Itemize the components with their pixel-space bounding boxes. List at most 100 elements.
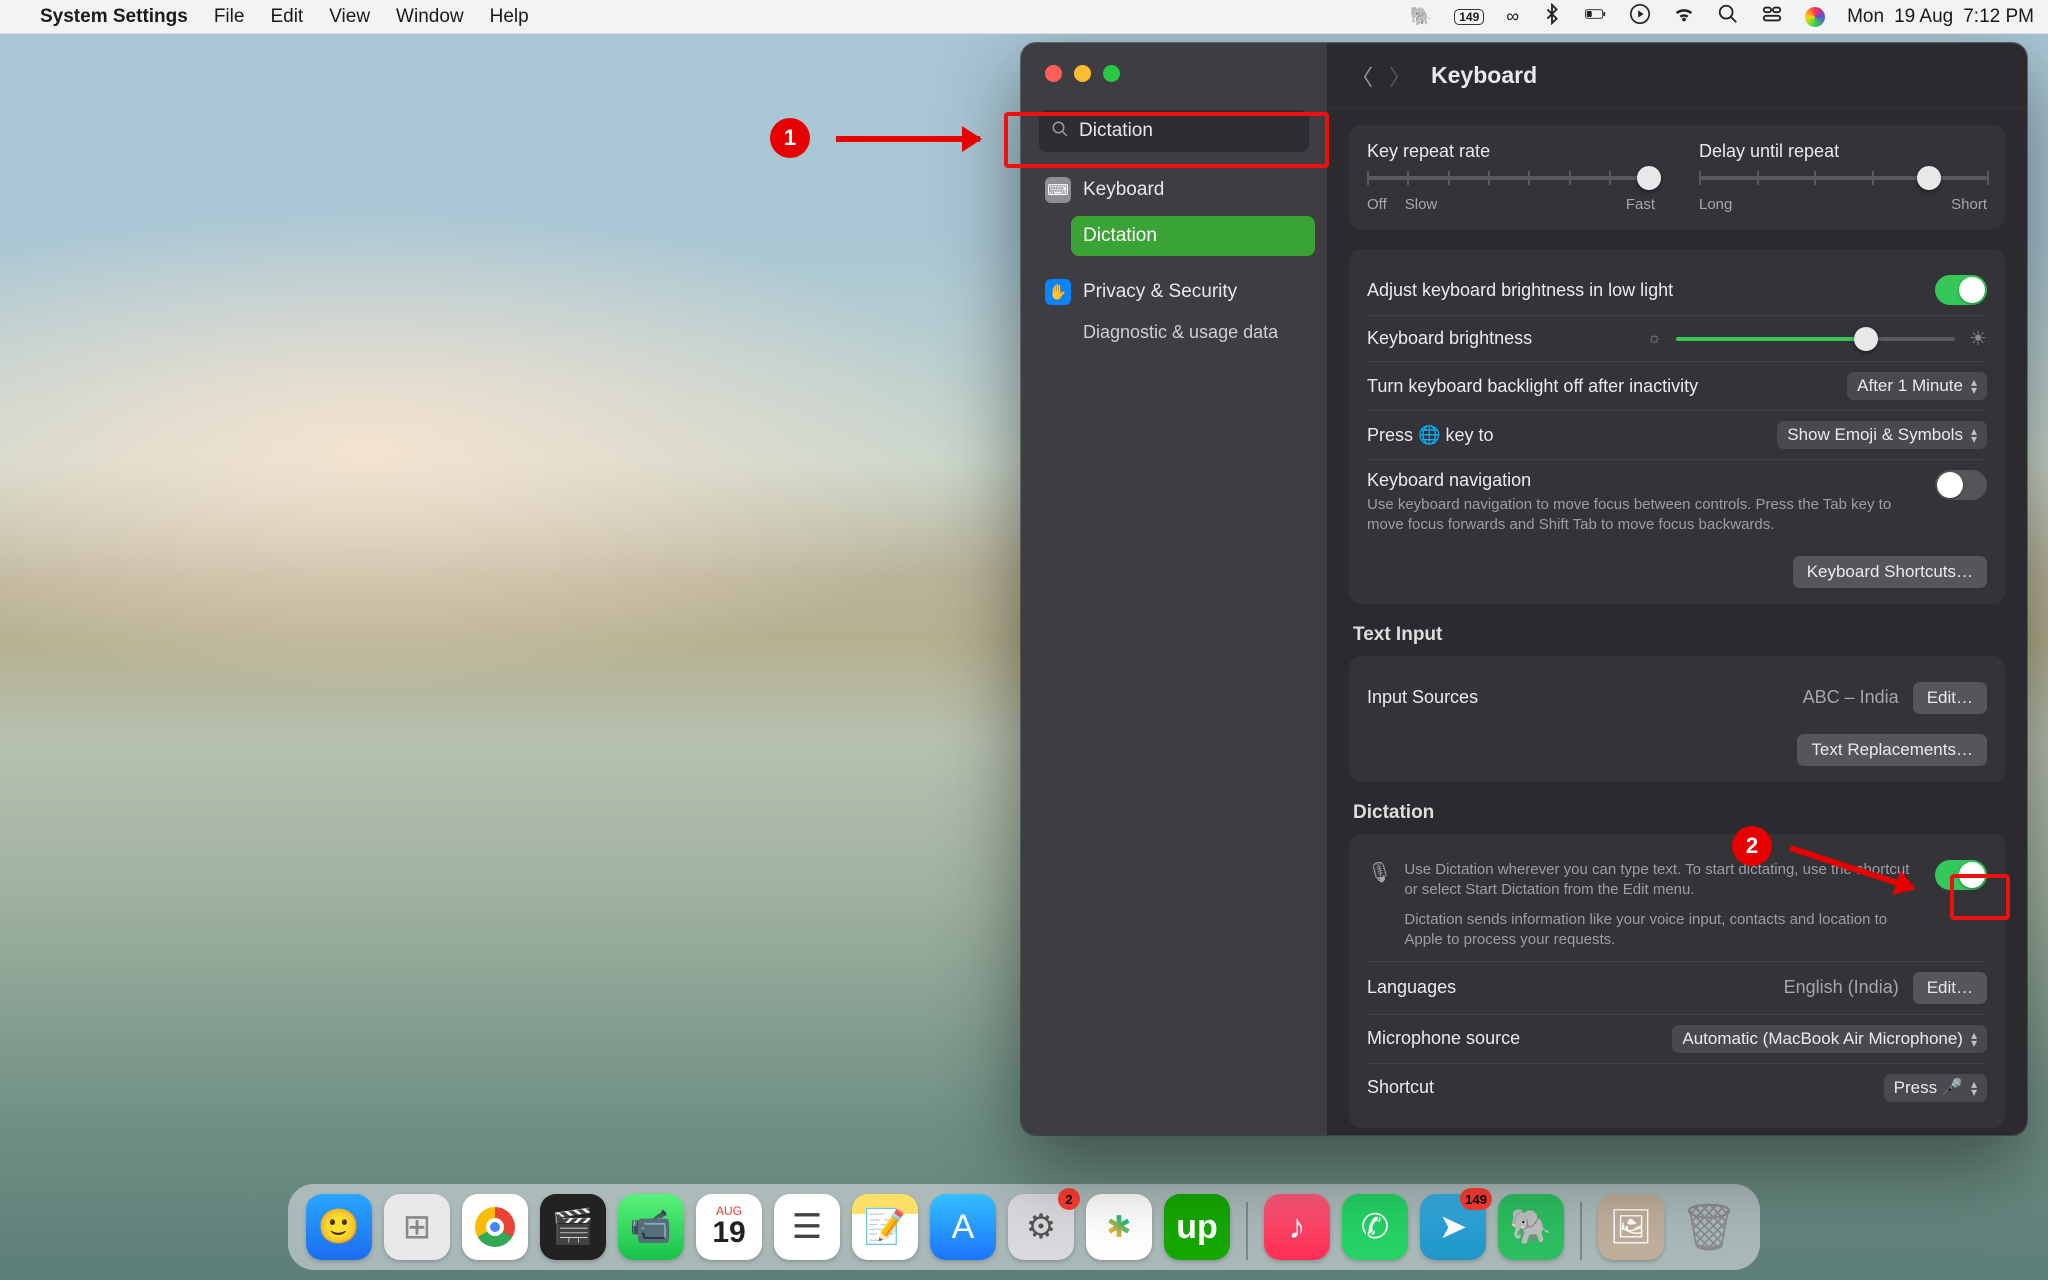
sidebar-item-keyboard[interactable]: ⌨︎ Keyboard — [1033, 168, 1315, 212]
dock-trash-icon[interactable]: 🗑 — [1676, 1194, 1742, 1260]
text-replacements-button[interactable]: Text Replacements… — [1797, 734, 1987, 766]
chevron-updown-icon: ▴▾ — [1971, 1031, 1977, 1047]
dock-facetime-icon[interactable]: 📹 — [618, 1194, 684, 1260]
menu-window[interactable]: Window — [396, 6, 464, 28]
label-backlight-off: Turn keyboard backlight off after inacti… — [1367, 376, 1698, 397]
slider-delay-repeat[interactable] — [1699, 176, 1987, 180]
dock-notes-icon[interactable]: 📝 — [852, 1194, 918, 1260]
siri-menuextra-icon[interactable] — [1805, 7, 1825, 27]
popup-globe-key[interactable]: Show Emoji & Symbols ▴▾ — [1777, 421, 1987, 449]
dock-finalcut-icon[interactable]: 🎬 — [540, 1194, 606, 1260]
dock-upwork-icon[interactable]: up — [1164, 1194, 1230, 1260]
label-languages: Languages — [1367, 977, 1456, 998]
dock-telegram-badge: 149 — [1460, 1188, 1492, 1210]
window-zoom-button[interactable] — [1103, 65, 1120, 82]
calendar-day: 19 — [712, 1216, 745, 1250]
label-kbd-brightness: Keyboard brightness — [1367, 328, 1532, 349]
nav-back-icon[interactable]: 〈 — [1351, 60, 1373, 92]
evernote-menuextra-icon[interactable]: 🐘 — [1410, 6, 1432, 27]
dock-downloads-icon[interactable]: 🖼 — [1598, 1194, 1664, 1260]
dock-launchpad-icon[interactable]: ⊞ — [384, 1194, 450, 1260]
label-shortcut: Shortcut — [1367, 1077, 1434, 1098]
sidebar-item-label: Dictation — [1083, 225, 1157, 247]
popup-backlight-off[interactable]: After 1 Minute ▴▾ — [1847, 372, 1987, 400]
dock-finder-icon[interactable]: 🙂 — [306, 1194, 372, 1260]
popup-value: Automatic (MacBook Air Microphone) — [1682, 1029, 1963, 1049]
label-input-sources: Input Sources — [1367, 687, 1478, 708]
dock-calendar-icon[interactable]: AUG 19 — [696, 1194, 762, 1260]
keyboard-icon: ⌨︎ — [1045, 177, 1071, 203]
desc-dictation-1: Use Dictation wherever you can type text… — [1404, 860, 1919, 901]
slider-kbd-brightness[interactable] — [1676, 337, 1955, 341]
slider-label-fast: Fast — [1626, 196, 1655, 213]
value-input-sources: ABC – India — [1803, 687, 1899, 708]
popup-mic-source[interactable]: Automatic (MacBook Air Microphone) ▴▾ — [1672, 1025, 1987, 1053]
toggle-dictation[interactable] — [1935, 860, 1987, 890]
wifi-menuextra-icon[interactable] — [1673, 3, 1695, 30]
spotlight-menuextra-icon[interactable] — [1717, 3, 1739, 30]
window-minimize-button[interactable] — [1074, 65, 1091, 82]
settings-sidebar: ✕ ⌨︎ Keyboard Dictation ✋ Privacy & Secu… — [1021, 43, 1327, 1135]
popup-shortcut[interactable]: Press 🎤 ▴▾ — [1884, 1074, 1987, 1102]
heading-dictation: Dictation — [1353, 802, 2001, 824]
chevron-updown-icon: ▴▾ — [1971, 378, 1977, 394]
slider-label-long: Long — [1699, 196, 1732, 213]
sidebar-item-dictation[interactable]: Dictation — [1071, 216, 1315, 256]
sidebar-subitem-diagnostic[interactable]: Diagnostic & usage data — [1083, 316, 1327, 349]
dock-reminders-icon[interactable]: ☰ — [774, 1194, 840, 1260]
nav-forward-icon[interactable]: 〉 — [1389, 60, 1411, 92]
menu-edit[interactable]: Edit — [270, 6, 303, 28]
label-mic-source: Microphone source — [1367, 1028, 1520, 1049]
dock-appstore-icon[interactable]: A — [930, 1194, 996, 1260]
nowplaying-menuextra-icon[interactable] — [1629, 3, 1651, 30]
dock-music-icon[interactable]: ♪ — [1264, 1194, 1330, 1260]
search-input[interactable] — [1079, 120, 1324, 142]
system-settings-window: ✕ ⌨︎ Keyboard Dictation ✋ Privacy & Secu… — [1020, 42, 2028, 1136]
traffic-lights — [1021, 43, 1327, 82]
battery-menuextra-icon[interactable] — [1585, 3, 1607, 30]
desc-dictation-2: Dictation sends information like your vo… — [1404, 910, 1919, 951]
menu-help[interactable]: Help — [490, 6, 529, 28]
menu-file[interactable]: File — [214, 6, 245, 28]
heading-text-input: Text Input — [1353, 624, 2001, 646]
menuextra-badge-icon[interactable]: 149 — [1454, 9, 1484, 25]
menubar: System Settings File Edit View Window He… — [0, 0, 2048, 34]
settings-scroll-area[interactable]: Key repeat rate O — [1327, 109, 2027, 1135]
settings-content: 〈 〉 Keyboard Key repeat rate — [1327, 43, 2027, 1135]
dock-evernote-icon[interactable]: 🐘 — [1498, 1194, 1564, 1260]
menubar-app-name[interactable]: System Settings — [40, 6, 188, 28]
microphone-icon: 🎙 — [1367, 860, 1392, 951]
slider-key-repeat[interactable] — [1367, 176, 1655, 180]
label-delay-repeat: Delay until repeat — [1699, 141, 1987, 162]
window-close-button[interactable] — [1045, 65, 1062, 82]
brightness-low-icon: ☼ — [1647, 330, 1662, 348]
sidebar-item-label: Keyboard — [1083, 179, 1164, 201]
toggle-adjust-brightness[interactable] — [1935, 275, 1987, 305]
dock-slack-icon[interactable]: ✱ — [1086, 1194, 1152, 1260]
control-center-menuextra-icon[interactable] — [1761, 3, 1783, 30]
sidebar-search[interactable]: ✕ — [1039, 110, 1309, 152]
dock-settings-badge: 2 — [1058, 1188, 1080, 1210]
bluetooth-menuextra-icon[interactable] — [1541, 3, 1563, 30]
edit-input-sources-button[interactable]: Edit… — [1913, 682, 1987, 714]
clock-time: 7:12 PM — [1963, 6, 2034, 28]
card-text-input: Input Sources ABC – India Edit… Text Rep… — [1349, 656, 2005, 782]
creative-cloud-menuextra-icon[interactable]: ∞ — [1506, 6, 1519, 27]
toggle-kbd-nav[interactable] — [1935, 470, 1987, 500]
clock-date: 19 Aug — [1894, 6, 1953, 28]
label-adjust-brightness: Adjust keyboard brightness in low light — [1367, 280, 1673, 301]
dock-whatsapp-icon[interactable]: ✆ — [1342, 1194, 1408, 1260]
popup-value: Press 🎤 — [1894, 1078, 1963, 1098]
keyboard-shortcuts-button[interactable]: Keyboard Shortcuts… — [1793, 556, 1987, 588]
sidebar-item-privacy-security[interactable]: ✋ Privacy & Security — [1033, 270, 1315, 314]
value-languages: English (India) — [1784, 977, 1899, 998]
dock-chrome-icon[interactable] — [462, 1194, 528, 1260]
menu-view[interactable]: View — [329, 6, 370, 28]
sidebar-item-label: Privacy & Security — [1083, 281, 1237, 303]
popup-value: Show Emoji & Symbols — [1787, 425, 1963, 445]
edit-languages-button[interactable]: Edit… — [1913, 972, 1987, 1004]
card-dictation: 🎙 Use Dictation wherever you can type te… — [1349, 834, 2005, 1128]
card-key-repeat: Key repeat rate O — [1349, 125, 2005, 229]
menubar-clock[interactable]: Mon 19 Aug 7:12 PM — [1847, 6, 2034, 28]
page-title: Keyboard — [1431, 62, 1537, 89]
